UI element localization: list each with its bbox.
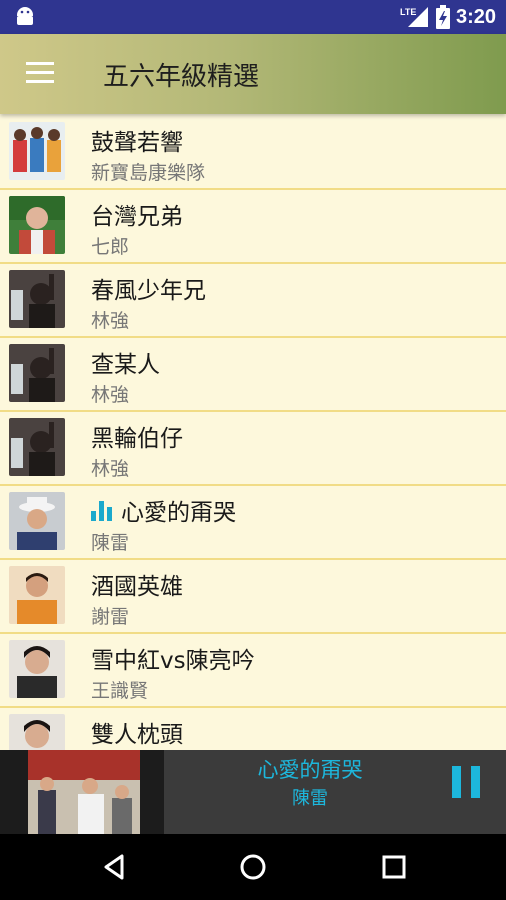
android-notification-icon [14,7,36,28]
album-art-thumbnail [9,418,65,476]
system-navigation-bar [0,834,506,900]
now-playing-title: 心愛的甭哭 [257,758,363,782]
song-title: 台灣兄弟 [91,204,183,230]
back-icon[interactable] [97,849,133,885]
list-item[interactable]: 雪中紅vs陳亮吟 王識賢 [0,634,506,708]
battery-charging-icon [435,5,450,29]
song-title: 酒國英雄 [91,574,183,600]
list-item[interactable]: 黑輪伯仔 林強 [0,412,506,486]
song-title: 雙人枕頭 [91,722,183,748]
list-item[interactable]: 心愛的甭哭 陳雷 [0,486,506,560]
song-artist: 林強 [91,310,130,332]
list-item[interactable]: 春風少年兄 林強 [0,264,506,338]
list-item[interactable]: 酒國英雄 謝雷 [0,560,506,634]
song-artist: 林強 [91,384,130,406]
hamburger-menu-icon[interactable] [26,62,54,84]
album-art-thumbnail [9,196,65,254]
list-item[interactable]: 鼓聲若響 新寶島康樂隊 [0,116,506,190]
song-artist: 新寶島康樂隊 [91,162,206,184]
song-title: 鼓聲若響 [91,130,183,156]
album-art-thumbnail [9,122,65,180]
album-art-thumbnail [9,714,65,750]
list-item[interactable]: 台灣兄弟 七郎 [0,190,506,264]
now-playing-panel[interactable]: 心愛的甭哭 陳雷 [164,750,506,834]
list-item[interactable]: 雙人枕頭 [0,708,506,750]
song-artist: 謝雷 [91,606,130,628]
recent-apps-icon[interactable] [376,849,412,885]
now-playing-equalizer-icon [91,499,115,521]
clock-time: 3:20 [455,5,496,28]
song-artist: 七郎 [91,236,130,258]
song-title: 雪中紅vs陳亮吟 [91,648,255,674]
list-item[interactable]: 查某人 林強 [0,338,506,412]
pause-icon[interactable] [452,766,480,798]
mini-player[interactable]: 心愛的甭哭 陳雷 [0,750,506,834]
status-bar: LTE 3:20 [0,0,506,34]
now-playing-artist: 陳雷 [292,788,328,809]
network-type-label: LTE [400,7,416,17]
page-title: 五六年級精選 [103,62,260,92]
song-title: 黑輪伯仔 [91,426,183,452]
app-toolbar: 五六年級精選 [0,34,506,114]
song-title: 春風少年兄 [91,278,206,304]
lte-signal-icon: LTE [400,7,428,27]
album-art-thumbnail [9,344,65,402]
album-art-thumbnail [9,566,65,624]
song-title: 查某人 [91,352,160,378]
song-artist: 林強 [91,458,130,480]
album-art-thumbnail [9,492,65,550]
song-list[interactable]: 鼓聲若響 新寶島康樂隊 台灣兄弟 七郎 春風少年兄 林強 查某人 林強 黑輪伯仔… [0,116,506,750]
song-artist: 陳雷 [91,532,130,554]
home-icon[interactable] [235,849,271,885]
now-playing-album-art[interactable] [28,750,140,834]
song-artist: 王識賢 [91,680,149,702]
album-art-thumbnail [9,640,65,698]
album-art-thumbnail [9,270,65,328]
song-title: 心愛的甭哭 [91,493,236,527]
